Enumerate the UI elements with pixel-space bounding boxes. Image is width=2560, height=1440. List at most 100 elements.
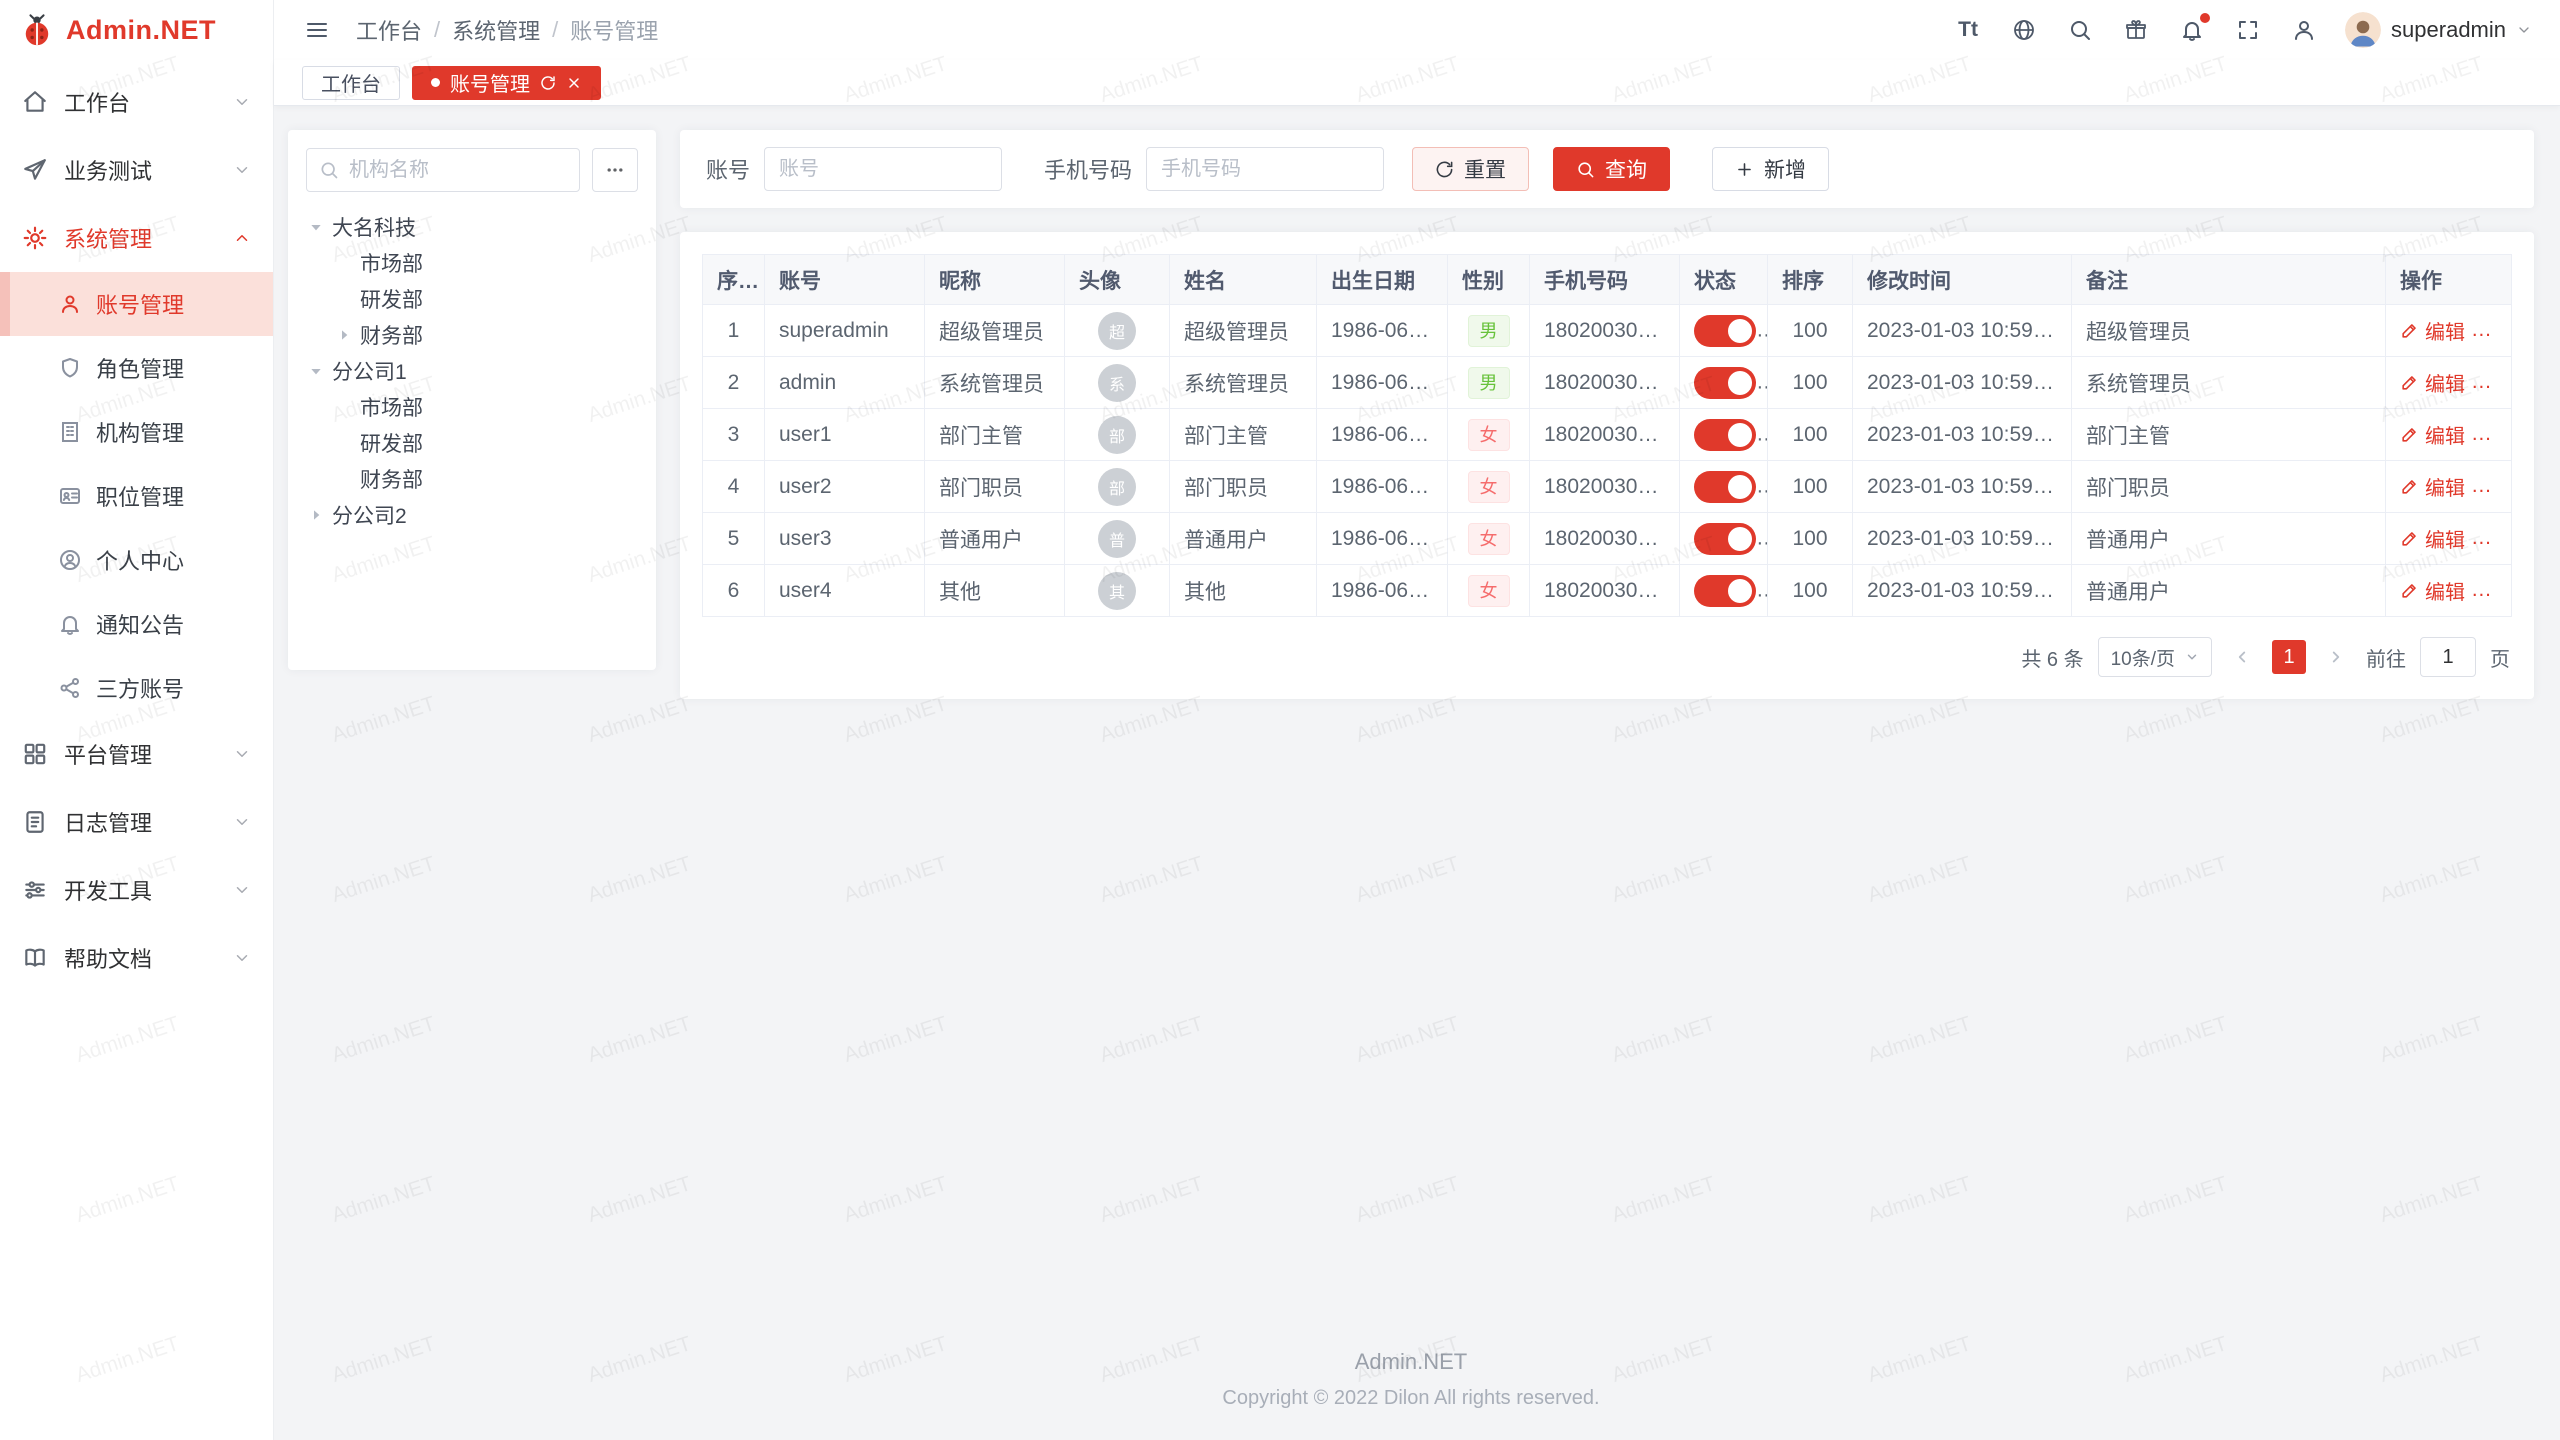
reset-button[interactable]: 重置 xyxy=(1412,147,1529,191)
more-actions-button[interactable] xyxy=(2487,477,2507,497)
goto-page-input[interactable] xyxy=(2420,637,2476,677)
cell-phone: 18020030720 xyxy=(1530,357,1680,409)
tree-node[interactable]: 研发部 xyxy=(306,282,638,316)
app-root: Admin.NET 工作台 业务测试 系统管理 账号管理 xyxy=(0,0,2560,1440)
close-icon[interactable] xyxy=(566,75,582,91)
status-toggle[interactable] xyxy=(1694,419,1756,451)
share-icon xyxy=(58,676,82,700)
edit-icon xyxy=(2400,373,2419,392)
more-actions-button[interactable] xyxy=(2487,581,2507,601)
chevron-down-icon xyxy=(233,161,251,179)
collapse-sidebar-button[interactable] xyxy=(302,15,332,45)
tree-node[interactable]: 市场部 xyxy=(306,246,638,280)
tree-node[interactable]: 财务部 xyxy=(306,318,638,352)
more-actions-button[interactable] xyxy=(2487,425,2507,445)
gift-icon xyxy=(2124,18,2148,42)
sidebar-item-third-party-account[interactable]: 三方账号 xyxy=(0,656,273,720)
tab-account-management[interactable]: 账号管理 xyxy=(412,66,601,100)
tree-more-button[interactable] xyxy=(592,148,638,192)
tree-node[interactable]: 分公司2 xyxy=(306,498,638,532)
sidebar-item-platform-management[interactable]: 平台管理 xyxy=(0,720,273,788)
cell-gender: 女 xyxy=(1448,565,1530,617)
edit-button[interactable]: 编辑 xyxy=(2400,576,2465,605)
sidebar-item-help-docs[interactable]: 帮助文档 xyxy=(0,924,273,992)
breadcrumb-item[interactable]: 工作台 xyxy=(356,14,422,46)
sidebar-item-position-management[interactable]: 职位管理 xyxy=(0,464,273,528)
avatar: 部 xyxy=(1098,468,1136,506)
column-header: 姓名 xyxy=(1170,255,1317,305)
more-actions-button[interactable] xyxy=(2487,529,2507,549)
search-icon xyxy=(1576,160,1595,179)
cell-modify-time: 2023-01-03 10:59:44 xyxy=(1853,305,2072,357)
tree-node[interactable]: 大名科技 xyxy=(306,210,638,244)
caret-icon[interactable] xyxy=(308,219,324,235)
book-icon xyxy=(22,945,48,971)
caret-icon[interactable] xyxy=(308,507,324,523)
caret-icon[interactable] xyxy=(308,363,324,379)
column-header: 操作 xyxy=(2386,255,2512,305)
tree-node[interactable]: 研发部 xyxy=(306,426,638,460)
edit-button[interactable]: 编辑 xyxy=(2400,316,2465,345)
search-button[interactable] xyxy=(2065,15,2095,45)
logo: Admin.NET xyxy=(0,0,273,60)
tree-node[interactable]: 分公司1 xyxy=(306,354,638,388)
edit-label: 编辑 xyxy=(2425,472,2465,501)
user-menu[interactable]: superadmin xyxy=(2345,12,2532,48)
page-size-select[interactable]: 10条/页 xyxy=(2098,637,2212,677)
cell-remark: 超级管理员 xyxy=(2072,305,2386,357)
edit-label: 编辑 xyxy=(2425,368,2465,397)
font-size-button[interactable]: Tt xyxy=(1953,15,1983,45)
sidebar-item-org-management[interactable]: 机构管理 xyxy=(0,400,273,464)
sidebar-item-label: 平台管理 xyxy=(64,738,152,770)
breadcrumb-item[interactable]: 系统管理 xyxy=(452,14,540,46)
status-toggle[interactable] xyxy=(1694,523,1756,555)
sidebar-item-workbench[interactable]: 工作台 xyxy=(0,68,273,136)
notifications-button[interactable] xyxy=(2177,15,2207,45)
edit-button[interactable]: 编辑 xyxy=(2400,420,2465,449)
fullscreen-button[interactable] xyxy=(2233,15,2263,45)
sidebar-item-system-management[interactable]: 系统管理 xyxy=(0,204,273,272)
more-actions-button[interactable] xyxy=(2487,373,2507,393)
page-number-button[interactable]: 1 xyxy=(2272,640,2306,674)
tree-node[interactable]: 市场部 xyxy=(306,390,638,424)
more-actions-button[interactable] xyxy=(2487,321,2507,341)
system-management-submenu: 账号管理 角色管理 机构管理 职位管理 个人中心 xyxy=(0,272,273,720)
tree-node[interactable]: 财务部 xyxy=(306,462,638,496)
next-page-button[interactable] xyxy=(2320,641,2352,673)
theme-gift-button[interactable] xyxy=(2121,15,2151,45)
org-search-input[interactable] xyxy=(306,148,580,192)
edit-button[interactable]: 编辑 xyxy=(2400,368,2465,397)
cell-actions: 编辑 xyxy=(2386,513,2512,565)
language-button[interactable] xyxy=(2009,15,2039,45)
sidebar-item-personal-center[interactable]: 个人中心 xyxy=(0,528,273,592)
tab-workbench[interactable]: 工作台 xyxy=(302,66,400,100)
status-toggle[interactable] xyxy=(1694,575,1756,607)
status-toggle[interactable] xyxy=(1694,367,1756,399)
cell-name: 其他 xyxy=(1170,565,1317,617)
search-submit-button[interactable]: 查询 xyxy=(1553,147,1670,191)
add-button[interactable]: 新增 xyxy=(1712,147,1829,191)
breadcrumb-item-current: 账号管理 xyxy=(570,14,658,46)
refresh-icon[interactable] xyxy=(540,75,556,91)
sidebar-item-notice-announcement[interactable]: 通知公告 xyxy=(0,592,273,656)
sidebar-item-log-management[interactable]: 日志管理 xyxy=(0,788,273,856)
sidebar-item-label: 角色管理 xyxy=(96,352,184,384)
sidebar-item-role-management[interactable]: 角色管理 xyxy=(0,336,273,400)
profile-button[interactable] xyxy=(2289,15,2319,45)
prev-page-button[interactable] xyxy=(2226,641,2258,673)
tree-node-label: 研发部 xyxy=(360,428,423,458)
status-toggle[interactable] xyxy=(1694,315,1756,347)
edit-button[interactable]: 编辑 xyxy=(2400,524,2465,553)
sidebar-item-business-test[interactable]: 业务测试 xyxy=(0,136,273,204)
table-row: 1 superadmin 超级管理员 超 超级管理员 1986-06-28 男 … xyxy=(703,305,2512,357)
caret-icon[interactable] xyxy=(336,327,352,343)
sidebar-item-account-management[interactable]: 账号管理 xyxy=(0,272,273,336)
cell-order: 100 xyxy=(1768,357,1853,409)
edit-button[interactable]: 编辑 xyxy=(2400,472,2465,501)
sidebar-item-label: 业务测试 xyxy=(64,154,152,186)
status-toggle[interactable] xyxy=(1694,471,1756,503)
sidebar-item-dev-tools[interactable]: 开发工具 xyxy=(0,856,273,924)
cell-modify-time: 2023-01-03 10:59:44 xyxy=(1853,513,2072,565)
phone-input[interactable] xyxy=(1146,147,1384,191)
account-input[interactable] xyxy=(764,147,1002,191)
